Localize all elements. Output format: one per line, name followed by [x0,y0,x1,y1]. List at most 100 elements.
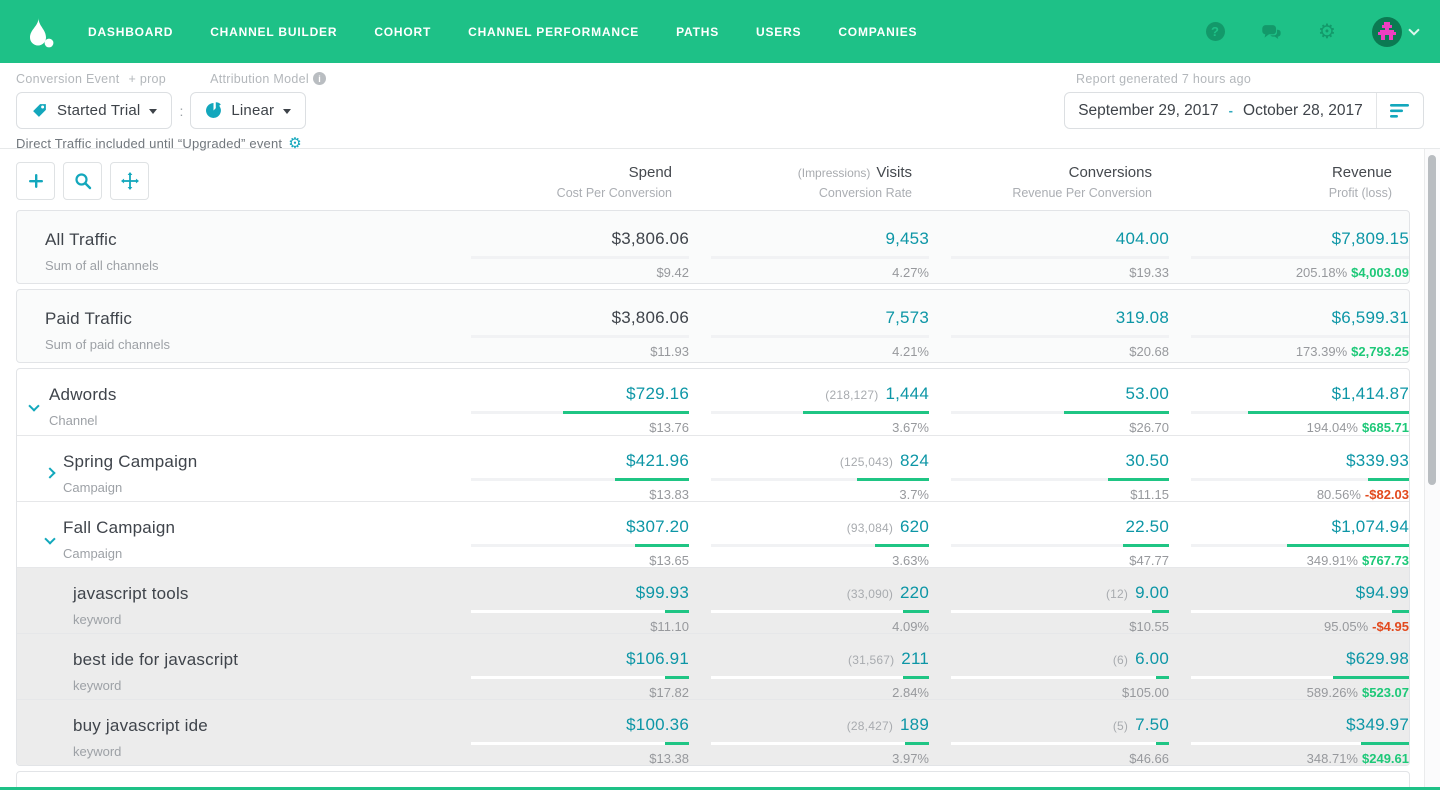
spend-value: $421.96 [626,451,689,471]
conversions-value: 7.50 [1135,715,1169,735]
table-row[interactable]: Fall Campaign Campaign $307.20 $13.65 (9… [17,501,1409,567]
visits-value: 211 [901,649,929,669]
roi-percent-value: 349.91% [1307,553,1358,568]
revenue-per-conversion-value: $19.33 [931,265,1169,280]
conversions-bar-track [951,335,1169,338]
move-reorder-button[interactable] [110,162,149,200]
impressions-value: (33,090) [847,587,893,601]
visits-value: 9,453 [885,229,929,249]
nav-item-channel-builder[interactable]: CHANNEL BUILDER [210,25,337,39]
expand-chevron-icon[interactable] [28,400,39,411]
conversion-event-dropdown[interactable]: Started Trial [16,92,172,129]
spend-cell: $100.36 $13.38 [451,700,689,765]
expand-chevron-icon[interactable] [44,533,55,544]
date-range-picker[interactable]: September 29, 2017 - October 28, 2017 [1065,102,1376,120]
column-header-visits[interactable]: (Impressions)Visits Conversion Rate [674,149,912,210]
conversions-value: 404.00 [1116,229,1169,249]
visits-bar-track [711,478,929,481]
cost-per-conversion-value: $13.65 [451,553,689,568]
visits-value: 7,573 [885,308,929,328]
conversions-bar-fill [1108,478,1169,481]
revenue-value: $1,074.94 [1332,517,1409,537]
conversions-cell: (12)9.00 $10.55 [931,568,1169,633]
conversions-value: 30.50 [1125,451,1169,471]
revenue-bar-track [1191,478,1409,481]
conversions-bar-track [951,544,1169,547]
nav-item-paths[interactable]: PATHS [676,25,719,39]
search-button[interactable] [63,162,102,200]
expand-chevron-icon[interactable] [44,467,55,478]
conversion-event-value: Started Trial [57,102,140,119]
revenue-bar-track [1191,335,1409,338]
date-presets-icon[interactable] [1377,102,1423,120]
row-name-cell: All Traffic Sum of all channels [17,211,449,283]
row-type-label: Campaign [63,546,122,561]
date-start: September 29, 2017 [1078,102,1218,120]
conversions-bar-fill [1152,610,1169,613]
column-header-conversions[interactable]: Conversions Revenue Per Conversion [914,149,1152,210]
column-header-revenue[interactable]: Revenue Profit (loss) [1154,149,1392,210]
conversions-value: 22.50 [1125,517,1169,537]
cost-per-conversion-value: $11.10 [451,619,689,634]
profit-loss-value: -$82.03 [1365,487,1409,502]
add-channel-button[interactable] [16,162,55,200]
nav-item-users[interactable]: USERS [756,25,801,39]
settings-gear-icon[interactable]: ⚙ [1316,21,1338,43]
revenue-per-conversion-value: $11.15 [931,487,1169,502]
pie-chart-icon [205,102,222,119]
filter-right-group: Report generated 7 hours ago September 2… [1064,72,1424,129]
chat-icon[interactable] [1260,21,1282,43]
visits-bar-track [711,742,929,745]
table-row[interactable]: javascript tools keyword $99.93 $11.10 (… [17,567,1409,633]
conversion-rate-value: 3.97% [691,751,929,766]
column-header-spend[interactable]: Spend Cost Per Conversion [434,149,672,210]
table-row[interactable]: best ide for javascript keyword $106.91 … [17,633,1409,699]
nav-item-dashboard[interactable]: DASHBOARD [88,25,173,39]
account-menu[interactable] [1372,17,1418,47]
visits-bar-track [711,544,929,547]
visits-bar-fill [905,742,929,745]
roi-percent-value: 194.04% [1307,420,1358,435]
app-logo-icon[interactable] [22,15,56,49]
revenue-per-conversion-value: $26.70 [931,420,1169,435]
table-row[interactable]: buy javascript ide keyword $100.36 $13.3… [17,699,1409,765]
chevron-down-icon [1408,24,1419,35]
nav-item-channel-performance[interactable]: CHANNEL PERFORMANCE [468,25,639,39]
spend-cell: $3,806.06 $11.93 [451,290,689,362]
info-icon[interactable]: i [313,72,326,85]
conversions-bar-fill [1156,676,1169,679]
table-row[interactable]: Spring Campaign Campaign $421.96 $13.83 … [17,435,1409,501]
table-row[interactable]: Paid Traffic Sum of paid channels $3,806… [17,290,1409,362]
row-name-cell: buy javascript ide keyword [17,700,449,765]
visits-bar-fill [903,610,929,613]
table-toolbar [16,162,149,200]
revenue-bar-track [1191,256,1409,259]
spend-value: $100.36 [626,715,689,735]
row-type-label: keyword [73,612,121,627]
revenue-bar-fill [1368,478,1409,481]
revenue-per-conversion-value: $10.55 [931,619,1169,634]
help-icon[interactable]: ? [1204,21,1226,43]
attribution-model-dropdown[interactable]: Linear [190,92,306,129]
primary-nav: DASHBOARD CHANNEL BUILDER COHORT CHANNEL… [88,25,917,39]
nav-item-cohort[interactable]: COHORT [374,25,431,39]
add-prop-link[interactable]: + prop [128,72,166,86]
revenue-cell: $339.93 80.56%-$82.03 [1171,436,1409,501]
row-type-label: keyword [73,678,121,693]
row-name-cell: best ide for javascript keyword [17,634,449,699]
visits-bar-track [711,610,929,613]
conversions-cell: 30.50 $11.15 [931,436,1169,501]
revenue-bar-fill [1392,610,1409,613]
row-title: All Traffic [45,230,117,250]
impressions-value: (125,043) [840,455,893,469]
roi-percent-value: 95.05% [1324,619,1368,634]
revenue-per-conversion-value: $46.66 [931,751,1169,766]
nav-item-companies[interactable]: COMPANIES [838,25,917,39]
cost-per-conversion-value: $9.42 [451,265,689,280]
impressions-value: (31,567) [848,653,894,667]
table-row[interactable]: All Traffic Sum of all channels $3,806.0… [17,211,1409,283]
conversions-bar-track [951,256,1169,259]
table-row[interactable]: Adwords Channel $729.16 $13.76 (218,127)… [17,369,1409,435]
filter-separator: : [179,103,183,119]
scrollbar-thumb[interactable] [1428,155,1436,485]
